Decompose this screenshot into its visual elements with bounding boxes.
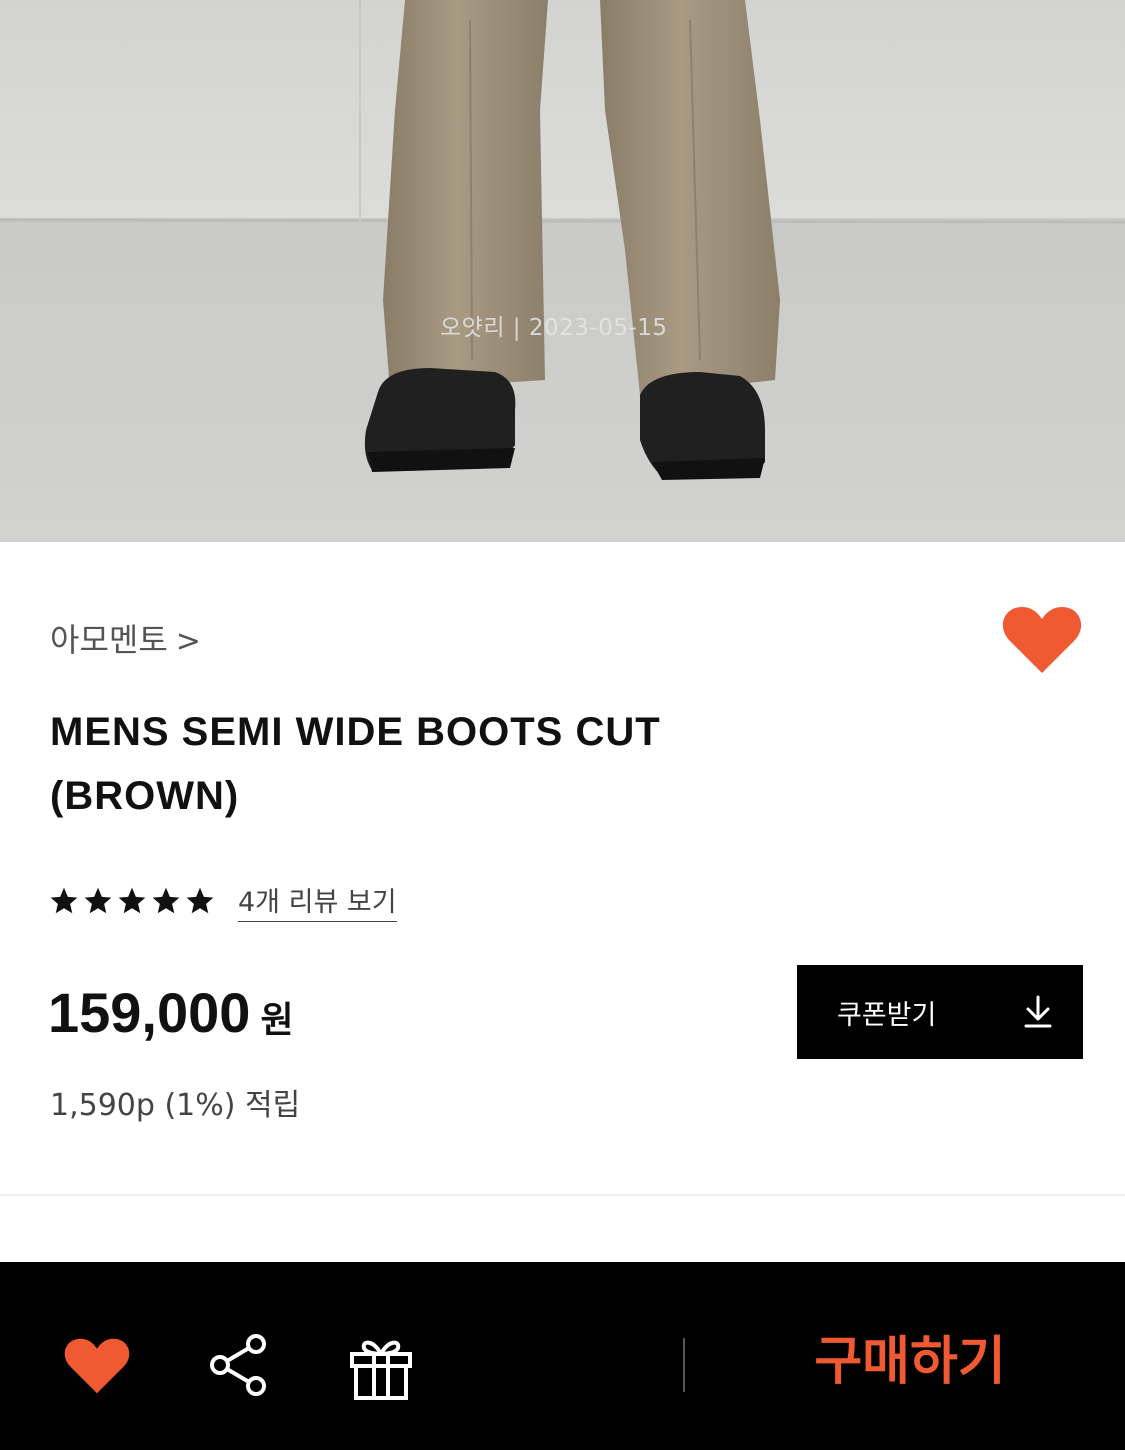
- share-icon: [210, 1334, 266, 1396]
- coupon-button[interactable]: 쿠폰받기: [797, 965, 1083, 1059]
- star-icon: [50, 887, 78, 914]
- gift-icon: [350, 1340, 412, 1400]
- heart-icon: [64, 1338, 130, 1394]
- price-unit: 원: [260, 1000, 294, 1041]
- gift-button[interactable]: [346, 1332, 416, 1402]
- divider: [0, 1194, 1125, 1196]
- wishlist-bar-button[interactable]: [64, 1336, 130, 1396]
- review-link[interactable]: 4개 리뷰 보기: [238, 880, 397, 922]
- product-photo: [0, 0, 1125, 542]
- product-title: MENS SEMI WIDE BOOTS CUT (BROWN): [50, 700, 830, 828]
- heart-icon: [1002, 607, 1082, 673]
- product-title-line1: MENS SEMI WIDE BOOTS CUT: [50, 710, 661, 754]
- coupon-label: 쿠폰받기: [837, 999, 937, 1031]
- brand-link[interactable]: 아모멘토 >: [50, 615, 201, 661]
- star-icon: [118, 887, 146, 914]
- product-title-line2: (BROWN): [50, 774, 240, 818]
- reward-points: 1,590p (1%) 적립: [50, 1088, 301, 1123]
- brand-name: 아모멘토: [50, 621, 168, 659]
- chevron-right-icon: >: [175, 624, 201, 659]
- photo-watermark: 오얏리 | 2023-05-15: [440, 315, 668, 341]
- buy-button[interactable]: 구매하기: [760, 1322, 1060, 1402]
- price-value: 159,000: [48, 981, 251, 1044]
- bottom-action-bar: 구매하기: [0, 1262, 1125, 1450]
- star-icon: [152, 887, 180, 914]
- price: 159,000 원: [48, 980, 294, 1045]
- wishlist-button[interactable]: [1002, 605, 1082, 675]
- share-button[interactable]: [206, 1332, 272, 1398]
- rating-row: 4개 리뷰 보기: [48, 880, 397, 922]
- star-rating: [48, 885, 216, 917]
- product-image[interactable]: 오얏리 | 2023-05-15: [0, 0, 1125, 542]
- bar-separator: [683, 1338, 685, 1392]
- star-icon: [186, 887, 214, 914]
- download-icon: [1024, 995, 1052, 1028]
- star-icon: [84, 887, 112, 914]
